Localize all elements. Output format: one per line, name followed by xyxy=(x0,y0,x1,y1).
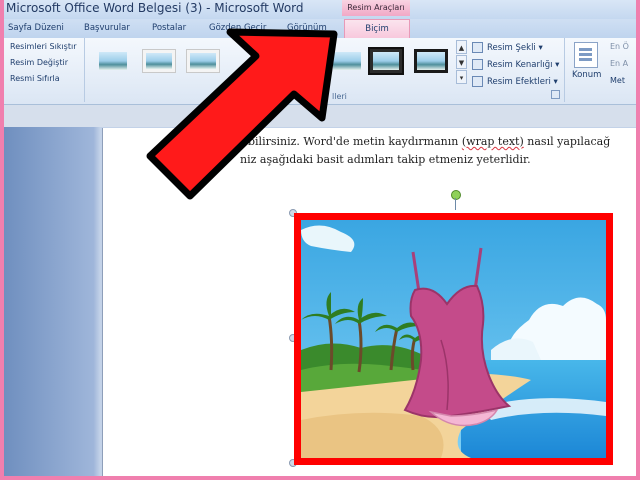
tab-page-layout[interactable]: Sayfa Düzeni xyxy=(8,19,64,37)
tab-review[interactable]: Gözden Geçir xyxy=(209,19,266,37)
position-icon[interactable] xyxy=(574,42,598,68)
window-title: Microsoft Office Word Belgesi (3) - Micr… xyxy=(6,1,304,15)
gallery-scroll[interactable]: ▲ ▼ ▾ xyxy=(456,40,467,84)
picture-style-5[interactable] xyxy=(368,47,404,75)
beach-dress-illustration xyxy=(301,220,606,458)
adjust-group: Resimleri Sıkıştır Resim Değiştir Resmi … xyxy=(4,38,85,102)
picture-style-4[interactable] xyxy=(330,49,364,73)
bring-to-front-button[interactable]: En Ö xyxy=(610,42,629,51)
tab-references[interactable]: Başvurular xyxy=(84,19,130,37)
picture-style-6[interactable] xyxy=(414,49,448,73)
picture-styles-label: lleri xyxy=(332,92,347,101)
picture-shape-button[interactable]: Resim Şekli ▾ xyxy=(472,42,543,53)
picture-style-3[interactable] xyxy=(186,49,220,73)
tab-view[interactable]: Görünüm xyxy=(287,19,327,37)
picture-effects-button[interactable]: Resim Efektleri ▾ xyxy=(472,76,558,87)
picture-border-button[interactable]: Resim Kenarlığı ▾ xyxy=(472,59,559,70)
word-window: Microsoft Office Word Belgesi (3) - Micr… xyxy=(0,0,640,480)
chevron-up-icon[interactable]: ▲ xyxy=(456,40,467,54)
send-to-back-button[interactable]: En A xyxy=(610,59,628,68)
picture-tools-context-label: Resim Araçları xyxy=(342,0,410,16)
picture-style-1[interactable] xyxy=(96,49,130,73)
dialog-launcher-icon[interactable] xyxy=(551,90,560,99)
border-icon xyxy=(472,59,483,70)
document-text-line-2[interactable]: niz aşağıdaki basit adımları takip etmen… xyxy=(240,153,531,166)
title-bar: Microsoft Office Word Belgesi (3) - Micr… xyxy=(4,0,636,19)
ribbon-tabs: Sayfa Düzeni Başvurular Postalar Gözden … xyxy=(4,19,636,39)
rotate-handle-stem xyxy=(455,198,456,210)
chevron-down-icon[interactable]: ▼ xyxy=(456,55,467,69)
selected-picture[interactable] xyxy=(294,213,613,465)
tab-mailings[interactable]: Postalar xyxy=(152,19,186,37)
compress-pictures-button[interactable]: Resimleri Sıkıştır xyxy=(10,42,76,51)
text-wrapping-button[interactable]: Met xyxy=(610,76,625,85)
reset-picture-button[interactable]: Resmi Sıfırla xyxy=(10,74,60,83)
document-text-line-1[interactable]: bilirsiniz. Word'de metin kaydırmanın (w… xyxy=(248,135,610,148)
ruler xyxy=(4,105,636,128)
ribbon: Resimleri Sıkıştır Resim Değiştir Resmi … xyxy=(4,38,636,105)
rotate-handle[interactable] xyxy=(451,190,461,200)
arrange-group: Konum En Ö En A Met xyxy=(566,38,636,102)
shape-icon xyxy=(472,42,483,53)
tab-format[interactable]: Biçim xyxy=(344,19,410,39)
change-picture-button[interactable]: Resim Değiştir xyxy=(10,58,68,67)
more-icon[interactable]: ▾ xyxy=(456,70,467,84)
position-label[interactable]: Konum xyxy=(572,70,601,80)
effects-icon xyxy=(472,76,483,87)
picture-style-2[interactable] xyxy=(142,49,176,73)
